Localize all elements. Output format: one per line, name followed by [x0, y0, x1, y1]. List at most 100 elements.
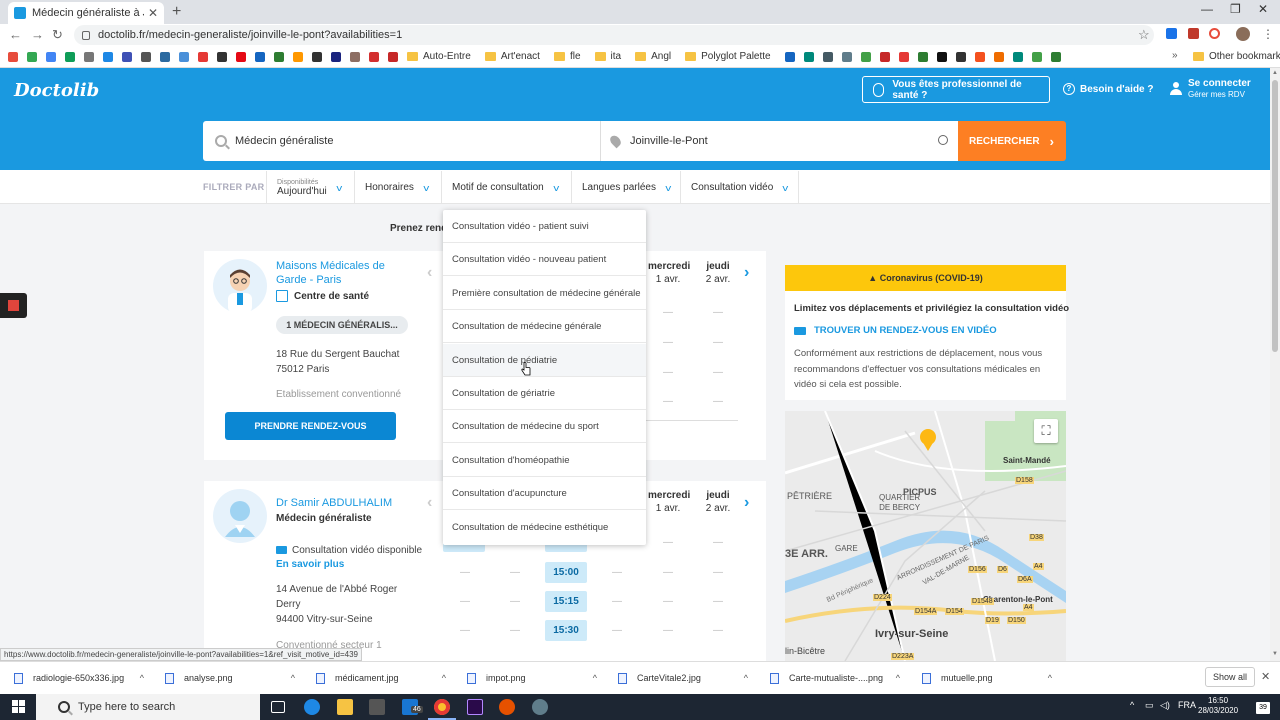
- dropdown-option[interactable]: Consultation de pédiatrie: [443, 344, 646, 377]
- chevron-up-icon[interactable]: ^: [442, 673, 446, 683]
- extension-icon[interactable]: [1166, 28, 1177, 39]
- bookmark-icon[interactable]: [955, 51, 966, 62]
- network-icon[interactable]: ▭: [1145, 700, 1154, 711]
- bookmark-icon[interactable]: [898, 51, 909, 62]
- browser-tab[interactable]: Médecin généraliste à Joinville-le- ✕: [8, 2, 164, 24]
- download-item[interactable]: CarteVitale2.jpg ^: [618, 668, 748, 688]
- search-button[interactable]: RECHERCHER ›: [958, 121, 1066, 161]
- reload-icon[interactable]: ↻: [52, 27, 63, 43]
- chevron-up-icon[interactable]: ^: [140, 673, 144, 683]
- bookmark-icon[interactable]: [274, 51, 284, 62]
- taskbar-search[interactable]: Type here to search: [36, 694, 260, 720]
- bookmark-icon[interactable]: [312, 51, 322, 62]
- bookmark-icon[interactable]: [1050, 51, 1061, 62]
- bookmark-icon[interactable]: [1012, 51, 1023, 62]
- bookmark-icon[interactable]: [917, 51, 928, 62]
- next-days-icon[interactable]: ›: [744, 494, 749, 512]
- download-item[interactable]: Carte-mutualiste-....png ^: [770, 668, 900, 688]
- dropdown-option[interactable]: Consultation vidéo - nouveau patient: [443, 243, 646, 276]
- app-icon[interactable]: [532, 699, 548, 715]
- bookmark-folder[interactable]: Art'enact: [485, 51, 540, 62]
- bookmark-icon[interactable]: [217, 51, 227, 62]
- bookmark-folder[interactable]: ita: [595, 51, 622, 62]
- learn-more-link[interactable]: En savoir plus: [276, 559, 344, 570]
- back-icon[interactable]: ←: [9, 27, 22, 42]
- next-days-icon[interactable]: ›: [744, 264, 749, 282]
- bookmark-icon[interactable]: [179, 51, 189, 62]
- bookmark-icon[interactable]: [236, 51, 246, 62]
- practitioner-name[interactable]: Maisons Médicales de Garde - Paris: [276, 260, 385, 286]
- video-appointment-link[interactable]: TROUVER UN RENDEZ-VOUS EN VIDÉO: [794, 325, 997, 336]
- maximize-icon[interactable]: ❐: [1230, 2, 1241, 16]
- bookmark-icon[interactable]: [141, 51, 151, 62]
- filter-motif[interactable]: Motif de consultation v: [441, 171, 571, 204]
- download-item[interactable]: analyse.png ^: [165, 668, 295, 688]
- premiere-icon[interactable]: [467, 699, 483, 715]
- app-icon[interactable]: [499, 699, 515, 715]
- volume-icon[interactable]: ◁): [1160, 700, 1170, 711]
- minimize-icon[interactable]: —: [1201, 2, 1213, 16]
- time-slot[interactable]: 15:30: [545, 620, 587, 641]
- bookmark-icon[interactable]: [993, 51, 1004, 62]
- task-view-icon[interactable]: [271, 701, 285, 713]
- chevron-up-icon[interactable]: ^: [896, 673, 900, 683]
- tray-chevron-icon[interactable]: ^: [1130, 700, 1134, 710]
- dropdown-option[interactable]: Consultation d'acupuncture: [443, 477, 646, 510]
- bookmark-icon[interactable]: [1031, 51, 1042, 62]
- bookmark-folder[interactable]: Angl: [635, 51, 671, 62]
- bookmark-folder[interactable]: fle: [554, 51, 581, 62]
- file-explorer-icon[interactable]: [337, 699, 353, 715]
- keyboard-language[interactable]: FRA: [1178, 700, 1196, 710]
- filter-languages[interactable]: Langues parlées v: [571, 171, 680, 204]
- chrome-menu-icon[interactable]: ⋮: [1262, 27, 1274, 41]
- bookmark-star-icon[interactable]: ☆: [1138, 27, 1150, 43]
- chevron-up-icon[interactable]: ^: [593, 673, 597, 683]
- dropdown-option[interactable]: Consultation de médecine générale: [443, 310, 646, 343]
- results-map[interactable]: ⛶ Saint-Mandé PICPUS PÊTRIÈRE QUARTIER D…: [785, 411, 1066, 661]
- time-slot[interactable]: 15:15: [545, 591, 587, 612]
- login-link[interactable]: Se connecter Gérer mes RDV: [1170, 78, 1251, 99]
- chevron-up-icon[interactable]: ^: [744, 673, 748, 683]
- download-item[interactable]: médicament.jpg ^: [316, 668, 446, 688]
- bookmark-icon[interactable]: [350, 51, 360, 62]
- bookmark-folder[interactable]: Auto-Entre: [407, 51, 471, 62]
- bookmark-icon[interactable]: [255, 51, 265, 62]
- scrollbar-thumb[interactable]: [1272, 80, 1278, 352]
- specialty-search-input[interactable]: Médecin généraliste: [203, 121, 600, 161]
- help-link[interactable]: ? Besoin d'aide ?: [1063, 83, 1154, 95]
- other-bookmarks-folder[interactable]: Other bookmarks: [1193, 51, 1280, 62]
- download-item[interactable]: mutuelle.png ^: [922, 668, 1052, 688]
- show-all-downloads-button[interactable]: Show all: [1205, 667, 1255, 687]
- download-item[interactable]: impot.png ^: [467, 668, 597, 688]
- bookmark-icon[interactable]: [65, 51, 75, 62]
- geolocate-icon[interactable]: [938, 135, 948, 145]
- bookmark-icon[interactable]: [803, 51, 814, 62]
- forward-icon[interactable]: →: [31, 27, 44, 42]
- book-appointment-button[interactable]: PRENDRE RENDEZ-VOUS: [225, 412, 396, 440]
- bookmark-icon[interactable]: [198, 51, 208, 62]
- filter-video[interactable]: Consultation vidéo v: [680, 171, 799, 204]
- specialty-pill[interactable]: 1 MÉDECIN GÉNÉRALIS...: [276, 316, 408, 334]
- pro-button[interactable]: Vous êtes professionnel de santé ?: [862, 76, 1050, 103]
- practitioner-name[interactable]: Dr Samir ABDULHALIM: [276, 497, 392, 509]
- notifications-icon[interactable]: 39: [1256, 702, 1270, 714]
- dropdown-option[interactable]: Consultation vidéo - patient suivi: [443, 210, 646, 243]
- bookmark-icon[interactable]: [27, 51, 37, 62]
- dropdown-option[interactable]: Consultation de gériatrie: [443, 377, 646, 410]
- bookmark-icon[interactable]: [122, 51, 132, 62]
- new-tab-icon[interactable]: +: [172, 3, 181, 21]
- chevron-up-icon[interactable]: ^: [291, 673, 295, 683]
- windows-start-icon[interactable]: [12, 700, 26, 714]
- bookmark-icon[interactable]: [822, 51, 833, 62]
- extension-icon[interactable]: [1188, 28, 1199, 39]
- dropdown-option[interactable]: Consultation de médecine esthétique: [443, 511, 646, 544]
- close-tab-icon[interactable]: ✕: [148, 6, 158, 20]
- prev-days-icon[interactable]: ‹: [427, 494, 432, 512]
- filter-availability[interactable]: Disponibilités Aujourd'hui v: [266, 171, 354, 204]
- bookmark-icon[interactable]: [293, 51, 303, 62]
- edge-icon[interactable]: [304, 699, 320, 715]
- bookmark-icon[interactable]: [841, 51, 852, 62]
- chrome-icon[interactable]: [434, 699, 450, 715]
- bookmark-icon[interactable]: [388, 51, 398, 62]
- bookmark-icon[interactable]: [860, 51, 871, 62]
